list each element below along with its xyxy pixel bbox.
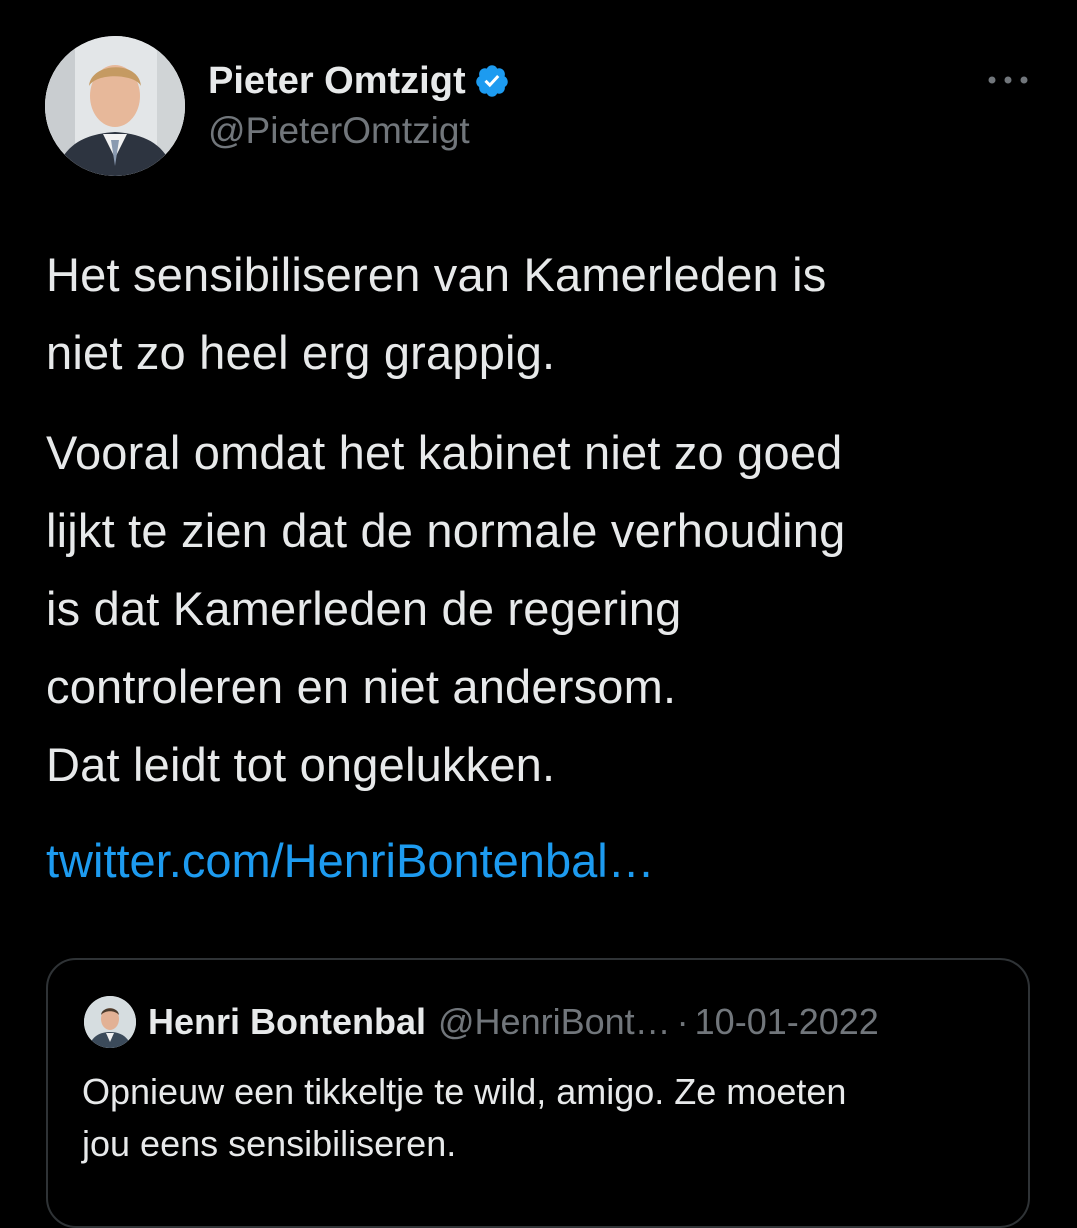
tweet-text-line: controleren en niet andersom.	[46, 660, 677, 713]
more-horizontal-icon[interactable]	[984, 62, 1032, 98]
tweet-text-line: Dat leidt tot ongelukken.	[46, 738, 556, 791]
tweet-link[interactable]: twitter.com/HenriBontenbal…	[46, 822, 655, 900]
author-handle[interactable]: @PieterOmtzigt	[208, 110, 470, 152]
quoted-date[interactable]: 10-01-2022	[695, 1001, 879, 1043]
tweet-text-line: is dat Kamerleden de regering	[46, 582, 682, 635]
author-display-name[interactable]: Pieter Omtzigt	[208, 60, 466, 103]
author-avatar[interactable]	[45, 36, 185, 176]
tweet-text-line: Vooral omdat het kabinet niet zo goed	[46, 426, 843, 479]
tweet-text-line: Het sensibiliseren van Kamerleden is	[46, 248, 827, 301]
tweet-text: Het sensibiliseren van Kamerleden is nie…	[46, 236, 1046, 804]
quoted-author-avatar[interactable]	[84, 996, 136, 1048]
quoted-text-line: Opnieuw een tikkeltje te wild, amigo. Ze…	[82, 1071, 847, 1112]
tweet: Pieter Omtzigt @PieterOmtzigt Het sensib…	[0, 0, 1077, 1228]
tweet-paragraph-1: Het sensibiliseren van Kamerleden is nie…	[46, 236, 1046, 392]
author-name-row: Pieter Omtzigt	[208, 58, 510, 104]
tweet-text-line: lijkt te zien dat de normale verhouding	[46, 504, 846, 557]
quoted-tweet-card[interactable]: Henri Bontenbal @HenriBont… · 10-01-2022…	[46, 958, 1030, 1228]
tweet-paragraph-2: Vooral omdat het kabinet niet zo goed li…	[46, 414, 1046, 804]
quoted-handle[interactable]: @HenriBont…	[438, 1001, 671, 1043]
quoted-text-line: jou eens sensibiliseren.	[82, 1123, 457, 1164]
quoted-display-name[interactable]: Henri Bontenbal	[148, 1001, 426, 1043]
quoted-separator: ·	[676, 1001, 689, 1042]
quoted-tweet-text: Opnieuw een tikkeltje te wild, amigo. Ze…	[82, 1066, 1002, 1170]
tweet-text-line: niet zo heel erg grappig.	[46, 326, 556, 379]
verified-badge-icon	[474, 63, 510, 99]
quoted-tweet-header: Henri Bontenbal @HenriBont… · 10-01-2022	[148, 998, 879, 1046]
